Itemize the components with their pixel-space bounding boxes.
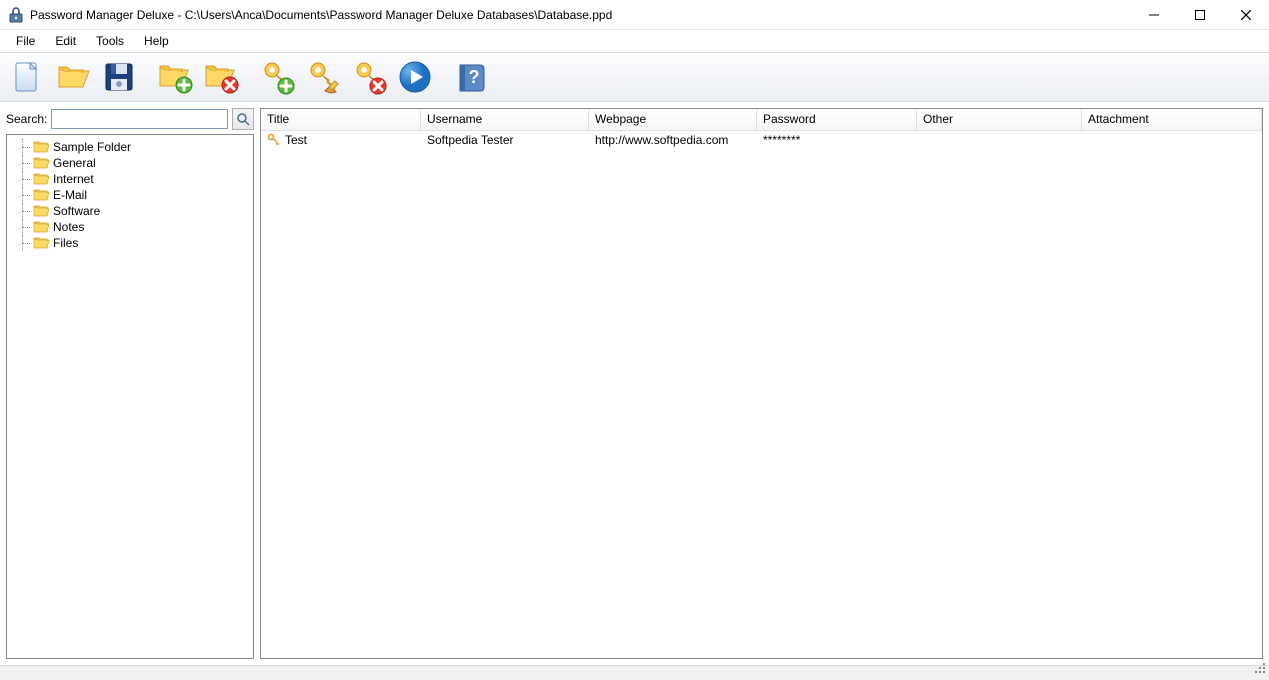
column-other[interactable]: Other xyxy=(917,109,1082,130)
svg-text:?: ? xyxy=(469,67,480,87)
open-folder-button[interactable] xyxy=(52,56,94,98)
menubar: File Edit Tools Help xyxy=(0,30,1269,52)
column-password[interactable]: Password xyxy=(757,109,917,130)
tree-line xyxy=(19,203,33,219)
tree-line xyxy=(19,219,33,235)
tree-label: Software xyxy=(53,204,100,218)
tree-label: General xyxy=(53,156,96,170)
content-area: Search: Sample Folder General Internet E… xyxy=(0,102,1269,665)
tree-line xyxy=(19,139,33,155)
tree-line xyxy=(19,235,33,251)
search-input[interactable] xyxy=(51,109,228,129)
menu-tools[interactable]: Tools xyxy=(86,32,134,50)
search-label: Search: xyxy=(6,112,47,126)
cell-username: Softpedia Tester xyxy=(421,132,589,148)
cell-attachment xyxy=(1082,139,1262,141)
tree-label: Internet xyxy=(53,172,94,186)
menu-help[interactable]: Help xyxy=(134,32,179,50)
folder-icon xyxy=(33,156,49,170)
window-title: Password Manager Deluxe - C:\Users\Anca\… xyxy=(30,8,1131,22)
play-button[interactable] xyxy=(394,56,436,98)
cell-text: Test xyxy=(285,133,307,147)
tree-label: E-Mail xyxy=(53,188,87,202)
search-row: Search: xyxy=(6,108,254,130)
window-controls xyxy=(1131,0,1269,29)
folder-icon xyxy=(33,172,49,186)
tree-item[interactable]: E-Mail xyxy=(9,187,251,203)
left-panel: Search: Sample Folder General Internet E… xyxy=(6,108,254,659)
toolbar-separator xyxy=(246,59,252,95)
new-file-button[interactable] xyxy=(6,56,48,98)
grid-body: Test Softpedia Tester http://www.softped… xyxy=(261,131,1262,658)
tree-item[interactable]: General xyxy=(9,155,251,171)
tree-line xyxy=(19,187,33,203)
tree-line xyxy=(19,155,33,171)
toolbar: ? xyxy=(0,52,1269,102)
delete-key-button[interactable] xyxy=(348,56,390,98)
column-webpage[interactable]: Webpage xyxy=(589,109,757,130)
tree-item[interactable]: Notes xyxy=(9,219,251,235)
cell-webpage: http://www.softpedia.com xyxy=(589,132,757,148)
grid-row[interactable]: Test Softpedia Tester http://www.softped… xyxy=(261,131,1262,149)
grid-header: Title Username Webpage Password Other At… xyxy=(261,109,1262,131)
help-button[interactable]: ? xyxy=(450,56,492,98)
tree-label: Sample Folder xyxy=(53,140,131,154)
delete-folder-button[interactable] xyxy=(200,56,242,98)
resize-grip-icon[interactable] xyxy=(1255,663,1267,678)
tree-item[interactable]: Files xyxy=(9,235,251,251)
column-title[interactable]: Title xyxy=(261,109,421,130)
edit-key-button[interactable] xyxy=(302,56,344,98)
column-attachment[interactable]: Attachment xyxy=(1082,109,1262,130)
folder-icon xyxy=(33,236,49,250)
tree-item[interactable]: Software xyxy=(9,203,251,219)
add-key-button[interactable] xyxy=(256,56,298,98)
tree-label: Notes xyxy=(53,220,84,234)
tree-line xyxy=(19,171,33,187)
column-username[interactable]: Username xyxy=(421,109,589,130)
cell-title: Test xyxy=(261,132,421,149)
titlebar: Password Manager Deluxe - C:\Users\Anca\… xyxy=(0,0,1269,30)
close-button[interactable] xyxy=(1223,0,1269,29)
cell-password: ******** xyxy=(757,132,917,148)
cell-other xyxy=(917,139,1082,141)
search-button[interactable] xyxy=(232,108,254,130)
entries-grid: Title Username Webpage Password Other At… xyxy=(260,108,1263,659)
folder-icon xyxy=(33,220,49,234)
tree-item[interactable]: Internet xyxy=(9,171,251,187)
maximize-button[interactable] xyxy=(1177,0,1223,29)
minimize-button[interactable] xyxy=(1131,0,1177,29)
tree-item[interactable]: Sample Folder xyxy=(9,139,251,155)
tree-label: Files xyxy=(53,236,78,250)
folder-icon xyxy=(33,204,49,218)
menu-edit[interactable]: Edit xyxy=(45,32,86,50)
add-folder-button[interactable] xyxy=(154,56,196,98)
menu-file[interactable]: File xyxy=(6,32,45,50)
toolbar-separator xyxy=(440,59,446,95)
folder-tree[interactable]: Sample Folder General Internet E-Mail So… xyxy=(6,134,254,659)
key-icon xyxy=(267,133,281,148)
toolbar-separator xyxy=(144,59,150,95)
save-button[interactable] xyxy=(98,56,140,98)
app-icon xyxy=(8,7,24,23)
folder-icon xyxy=(33,188,49,202)
folder-icon xyxy=(33,140,49,154)
statusbar xyxy=(0,665,1269,680)
